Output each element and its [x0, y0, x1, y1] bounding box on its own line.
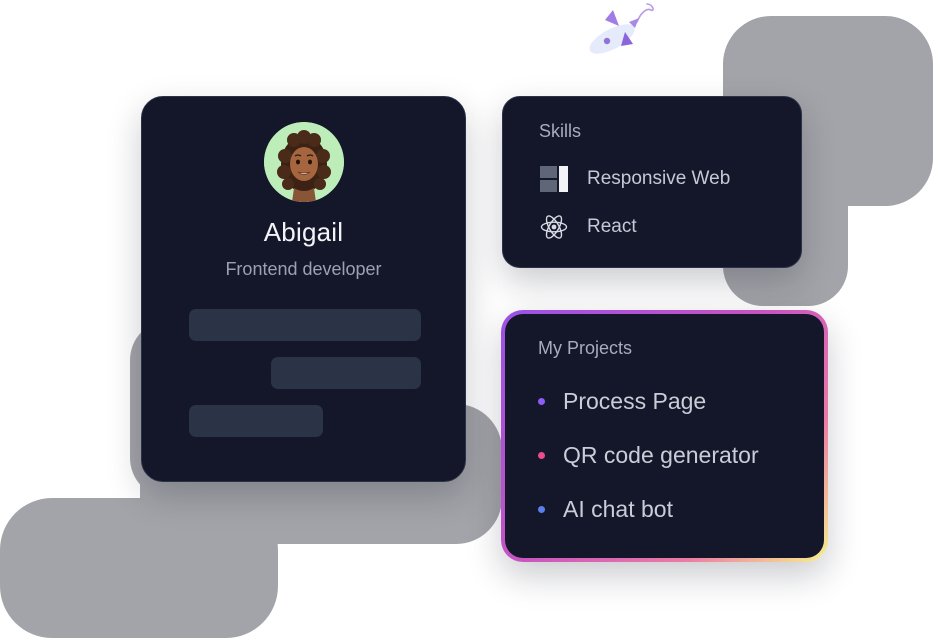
skeleton-line-1 [189, 309, 421, 341]
skill-item-react[interactable]: React [539, 212, 637, 242]
projects-card: My Projects Process Page QR code generat… [505, 314, 824, 558]
project-item-qr-code-generator[interactable]: QR code generator [538, 440, 759, 470]
responsive-layout-icon [539, 164, 569, 194]
bullet-icon [538, 397, 545, 405]
skill-label: Responsive Web [587, 168, 731, 189]
bullet-icon [538, 505, 545, 513]
skills-card: Skills Responsive Web React [502, 96, 802, 268]
project-label: QR code generator [563, 441, 759, 468]
skill-label: React [587, 216, 637, 237]
profile-role: Frontend developer [225, 259, 382, 279]
skills-heading: Skills [539, 121, 582, 141]
project-item-ai-chat-bot[interactable]: AI chat bot [538, 494, 673, 524]
react-atom-icon [539, 212, 569, 242]
bullet-icon [538, 451, 545, 459]
project-item-process-page[interactable]: Process Page [538, 386, 706, 416]
projects-card-border: My Projects Process Page QR code generat… [501, 310, 828, 562]
profile-card: Abigail Frontend developer [141, 96, 466, 482]
profile-name: Abigail [263, 217, 344, 247]
projects-heading: My Projects [538, 338, 633, 358]
skill-item-responsive-web[interactable]: Responsive Web [539, 164, 730, 194]
skeleton-line-3 [189, 405, 323, 437]
project-label: AI chat bot [563, 495, 673, 522]
project-label: Process Page [563, 387, 707, 414]
rocket-icon [585, 0, 660, 56]
memoji-avatar-icon [264, 122, 344, 202]
skeleton-line-2 [271, 357, 421, 389]
